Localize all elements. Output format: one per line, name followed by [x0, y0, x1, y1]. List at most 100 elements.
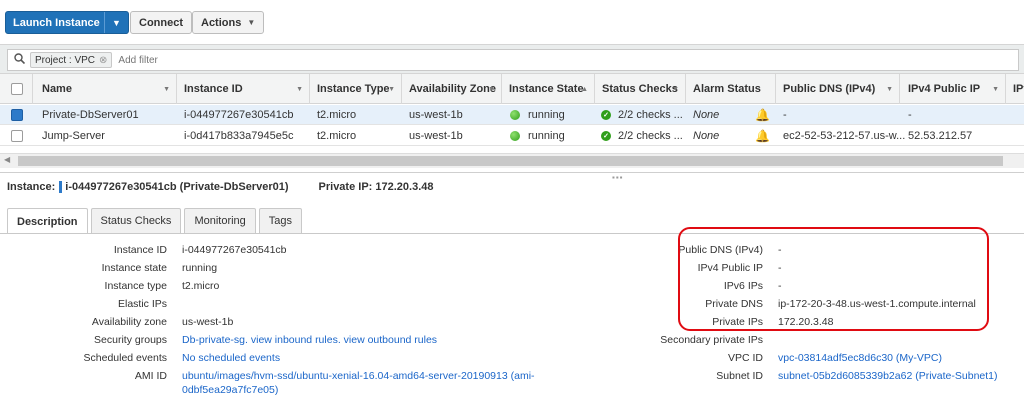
cell-availability-zone: us-west-1b: [409, 109, 463, 121]
table-row[interactable]: Private-DbServer01 i-044977267e30541cb t…: [0, 105, 1024, 125]
chevron-down-icon[interactable]: ▼: [104, 12, 128, 33]
cell-instance-id: i-0d417b833a7945e5c: [184, 130, 294, 142]
column-label: Alarm Status: [693, 83, 761, 95]
state-text: running: [528, 109, 565, 121]
column-header-ipv4-public-ip[interactable]: IPv4 Public IP ▼: [900, 74, 1006, 104]
sort-icon: ▼: [886, 85, 893, 93]
table-row[interactable]: Jump-Server i-0d417b833a7945e5c t2.micro…: [0, 126, 1024, 146]
column-header-ipv6[interactable]: IPv: [1006, 74, 1024, 104]
label-secondary-private-ips: Secondary private IPs: [660, 334, 763, 346]
row-checkbox[interactable]: [11, 130, 23, 142]
sort-icon: ▼: [163, 85, 170, 93]
filter-bar: Project : VPC ⊗: [0, 44, 1024, 74]
tab-description[interactable]: Description: [7, 208, 88, 235]
pane-divider[interactable]: [0, 172, 1024, 176]
column-header-name[interactable]: Name ▼: [33, 74, 177, 104]
launch-instance-button[interactable]: Launch Instance ▼: [5, 11, 129, 34]
value-instance-id: i-044977267e30541cb: [182, 244, 287, 256]
cell-instance-type: t2.micro: [317, 130, 357, 142]
select-all-checkbox[interactable]: [11, 83, 23, 95]
column-header-instance-state[interactable]: Instance State ▲: [502, 74, 595, 104]
filter-chip-label: Project : VPC: [35, 54, 96, 66]
label-vpc-id: VPC ID: [727, 352, 763, 364]
value-instance-state: running: [182, 262, 218, 274]
launch-instance-label: Launch Instance: [13, 16, 100, 29]
cell-ipv4-public-ip: 52.53.212.57: [908, 130, 973, 142]
label-instance-type: Instance type: [104, 280, 167, 292]
sort-icon: ▼: [296, 85, 303, 93]
column-header-public-dns[interactable]: Public DNS (IPv4) ▼: [776, 74, 900, 104]
instances-table: Name ▼ Instance ID ▼ Instance Type ▼ Availa…: [0, 74, 1024, 146]
subnet-id-link[interactable]: subnet-05b2d6085339b2a62 (Private-Subnet…: [778, 370, 998, 382]
alarm-bell-icon[interactable]: 🔔: [755, 126, 770, 146]
sort-icon: ▼: [388, 85, 395, 93]
private-ip-summary: Private IP: 172.20.3.48: [318, 181, 434, 193]
filter-chip[interactable]: Project : VPC ⊗: [30, 52, 113, 68]
label-elastic-ips: Elastic IPs: [117, 298, 167, 310]
column-header-instance-type[interactable]: Instance Type ▼: [310, 74, 402, 104]
row-checkbox[interactable]: [11, 109, 23, 121]
close-icon[interactable]: ⊗: [99, 55, 107, 66]
security-groups-link[interactable]: Db-private-sg. view inbound rules. view …: [182, 334, 437, 346]
filter-input[interactable]: [118, 54, 319, 66]
column-header-status-checks[interactable]: Status Checks ▼: [595, 74, 686, 104]
label-ami-id: AMI ID: [134, 370, 167, 382]
connect-button[interactable]: Connect: [130, 11, 192, 34]
cell-instance-id: i-044977267e30541cb: [184, 109, 294, 121]
label-subnet-id: Subnet ID: [716, 370, 763, 382]
label-instance-id: Instance ID: [113, 244, 167, 256]
cell-instance-state: running: [510, 126, 565, 146]
label-availability-zone: Availability zone: [91, 316, 167, 328]
column-label: Name: [42, 83, 72, 95]
tab-tags[interactable]: Tags: [258, 208, 303, 234]
cell-availability-zone: us-west-1b: [409, 130, 463, 142]
column-label: IPv4 Public IP: [908, 83, 981, 95]
selected-instance-summary: Instance: i-044977267e30541cb (Private-D…: [7, 181, 433, 193]
cell-ipv4-public-ip: -: [908, 109, 912, 121]
scrollbar-thumb[interactable]: [18, 156, 1003, 166]
resize-grip-icon[interactable]: ▪▪▪: [612, 173, 624, 182]
label-security-groups: Security groups: [94, 334, 167, 346]
horizontal-scrollbar[interactable]: ◀: [0, 153, 1024, 168]
running-status-icon: [510, 131, 520, 141]
check-icon: ✓: [601, 131, 611, 141]
search-box[interactable]: Project : VPC ⊗: [7, 49, 1019, 71]
toolbar: Launch Instance ▼ Connect Actions ▼: [0, 0, 1024, 44]
status-checks-text: 2/2 checks ...: [618, 109, 683, 121]
state-text: running: [528, 130, 565, 142]
scroll-left-icon[interactable]: ◀: [4, 155, 10, 164]
cell-instance-state: running: [510, 105, 565, 125]
select-all-column: [0, 74, 33, 104]
sort-icon: ▼: [992, 85, 999, 93]
column-label: Public DNS (IPv4): [783, 83, 876, 95]
column-label: Status Checks: [602, 83, 678, 95]
status-checks-text: 2/2 checks ...: [618, 130, 683, 142]
cell-name: Jump-Server: [42, 130, 105, 142]
column-header-instance-id[interactable]: Instance ID ▼: [177, 74, 310, 104]
column-label: Instance Type: [317, 83, 390, 95]
detail-tabs: Description Status Checks Monitoring Tag…: [7, 208, 305, 235]
ami-id-link[interactable]: ubuntu/images/hvm-ssd/ubuntu-xenial-16.0…: [182, 370, 535, 382]
tab-monitoring[interactable]: Monitoring: [184, 208, 256, 234]
alarm-bell-icon[interactable]: 🔔: [755, 105, 770, 125]
value-availability-zone: us-west-1b: [182, 316, 234, 328]
scheduled-events-link[interactable]: No scheduled events: [182, 352, 280, 364]
actions-label: Actions: [201, 16, 242, 29]
search-icon: [8, 53, 30, 67]
sort-icon: ▼: [488, 85, 495, 93]
column-label: Instance State: [509, 83, 584, 95]
column-header-availability-zone[interactable]: Availability Zone ▼: [402, 74, 502, 104]
cell-alarm-status: None: [693, 130, 720, 142]
connect-label: Connect: [139, 16, 183, 29]
column-header-alarm-status[interactable]: Alarm Status: [686, 74, 776, 104]
actions-button[interactable]: Actions ▼: [192, 11, 265, 34]
instance-marker: [59, 181, 63, 193]
ami-id-link-continued[interactable]: 0dbf5ea29a7fc7e05): [182, 384, 278, 396]
check-icon: ✓: [601, 110, 611, 120]
vpc-id-link[interactable]: vpc-03814adf5ec8d6c30 (My-VPC): [778, 352, 942, 364]
chevron-down-icon: ▼: [247, 18, 256, 27]
cell-status-checks: ✓ 2/2 checks ...: [601, 105, 683, 125]
tab-status-checks[interactable]: Status Checks: [90, 208, 182, 234]
cell-alarm-status: None: [693, 109, 720, 121]
highlight-annotation-box: [678, 227, 989, 331]
